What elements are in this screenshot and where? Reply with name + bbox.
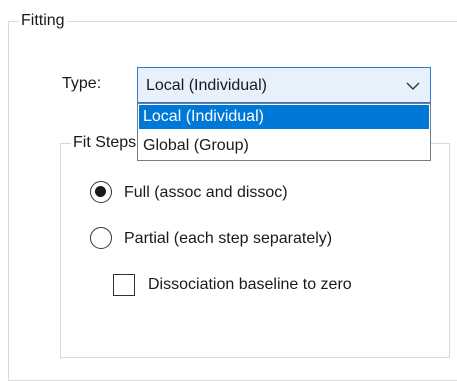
partial-radio-label[interactable]: Partial (each step separately)	[124, 228, 332, 250]
fitting-group-title: Fitting	[19, 11, 67, 31]
type-label: Type:	[62, 75, 102, 92]
partial-radio[interactable]	[90, 227, 112, 249]
full-radio-label[interactable]: Full (assoc and dissoc)	[124, 182, 288, 204]
type-combobox-value: Local (Individual)	[146, 77, 267, 94]
radio-selected-dot	[95, 186, 106, 197]
type-combobox[interactable]: Local (Individual)	[137, 67, 431, 103]
dissociation-baseline-label[interactable]: Dissociation baseline to zero	[148, 274, 352, 296]
chevron-down-icon	[406, 82, 420, 90]
type-option-local[interactable]: Local (Individual)	[139, 105, 429, 129]
type-dropdown-list: Local (Individual) Global (Group)	[137, 103, 431, 161]
dissociation-baseline-checkbox[interactable]	[113, 274, 135, 296]
fit-steps-groupbox: Fit Steps	[60, 132, 450, 358]
full-radio[interactable]	[90, 181, 112, 203]
type-option-global[interactable]: Global (Group)	[139, 134, 429, 158]
